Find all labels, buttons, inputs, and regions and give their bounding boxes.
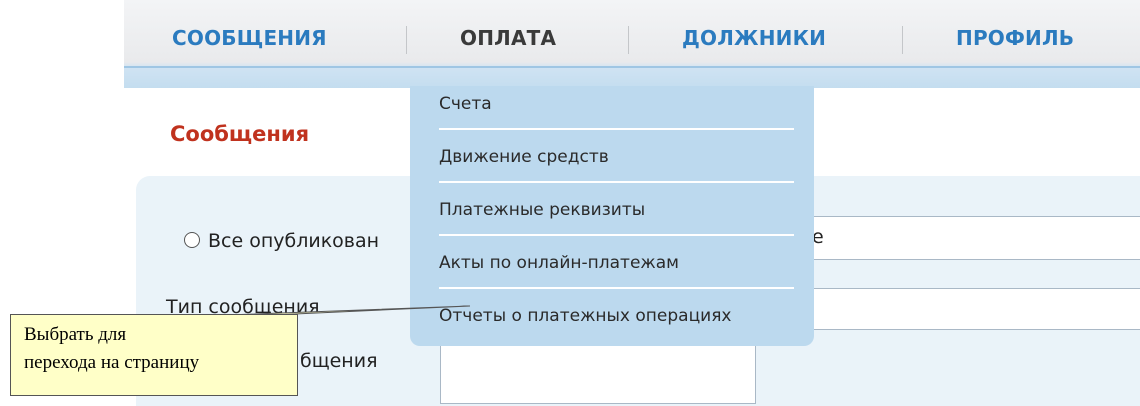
callout-line-1: Выбрать для <box>24 324 127 345</box>
callout-tooltip: Выбрать для перехода на страницу <box>10 314 298 396</box>
callout-line-2: перехода на страницу <box>24 352 200 373</box>
